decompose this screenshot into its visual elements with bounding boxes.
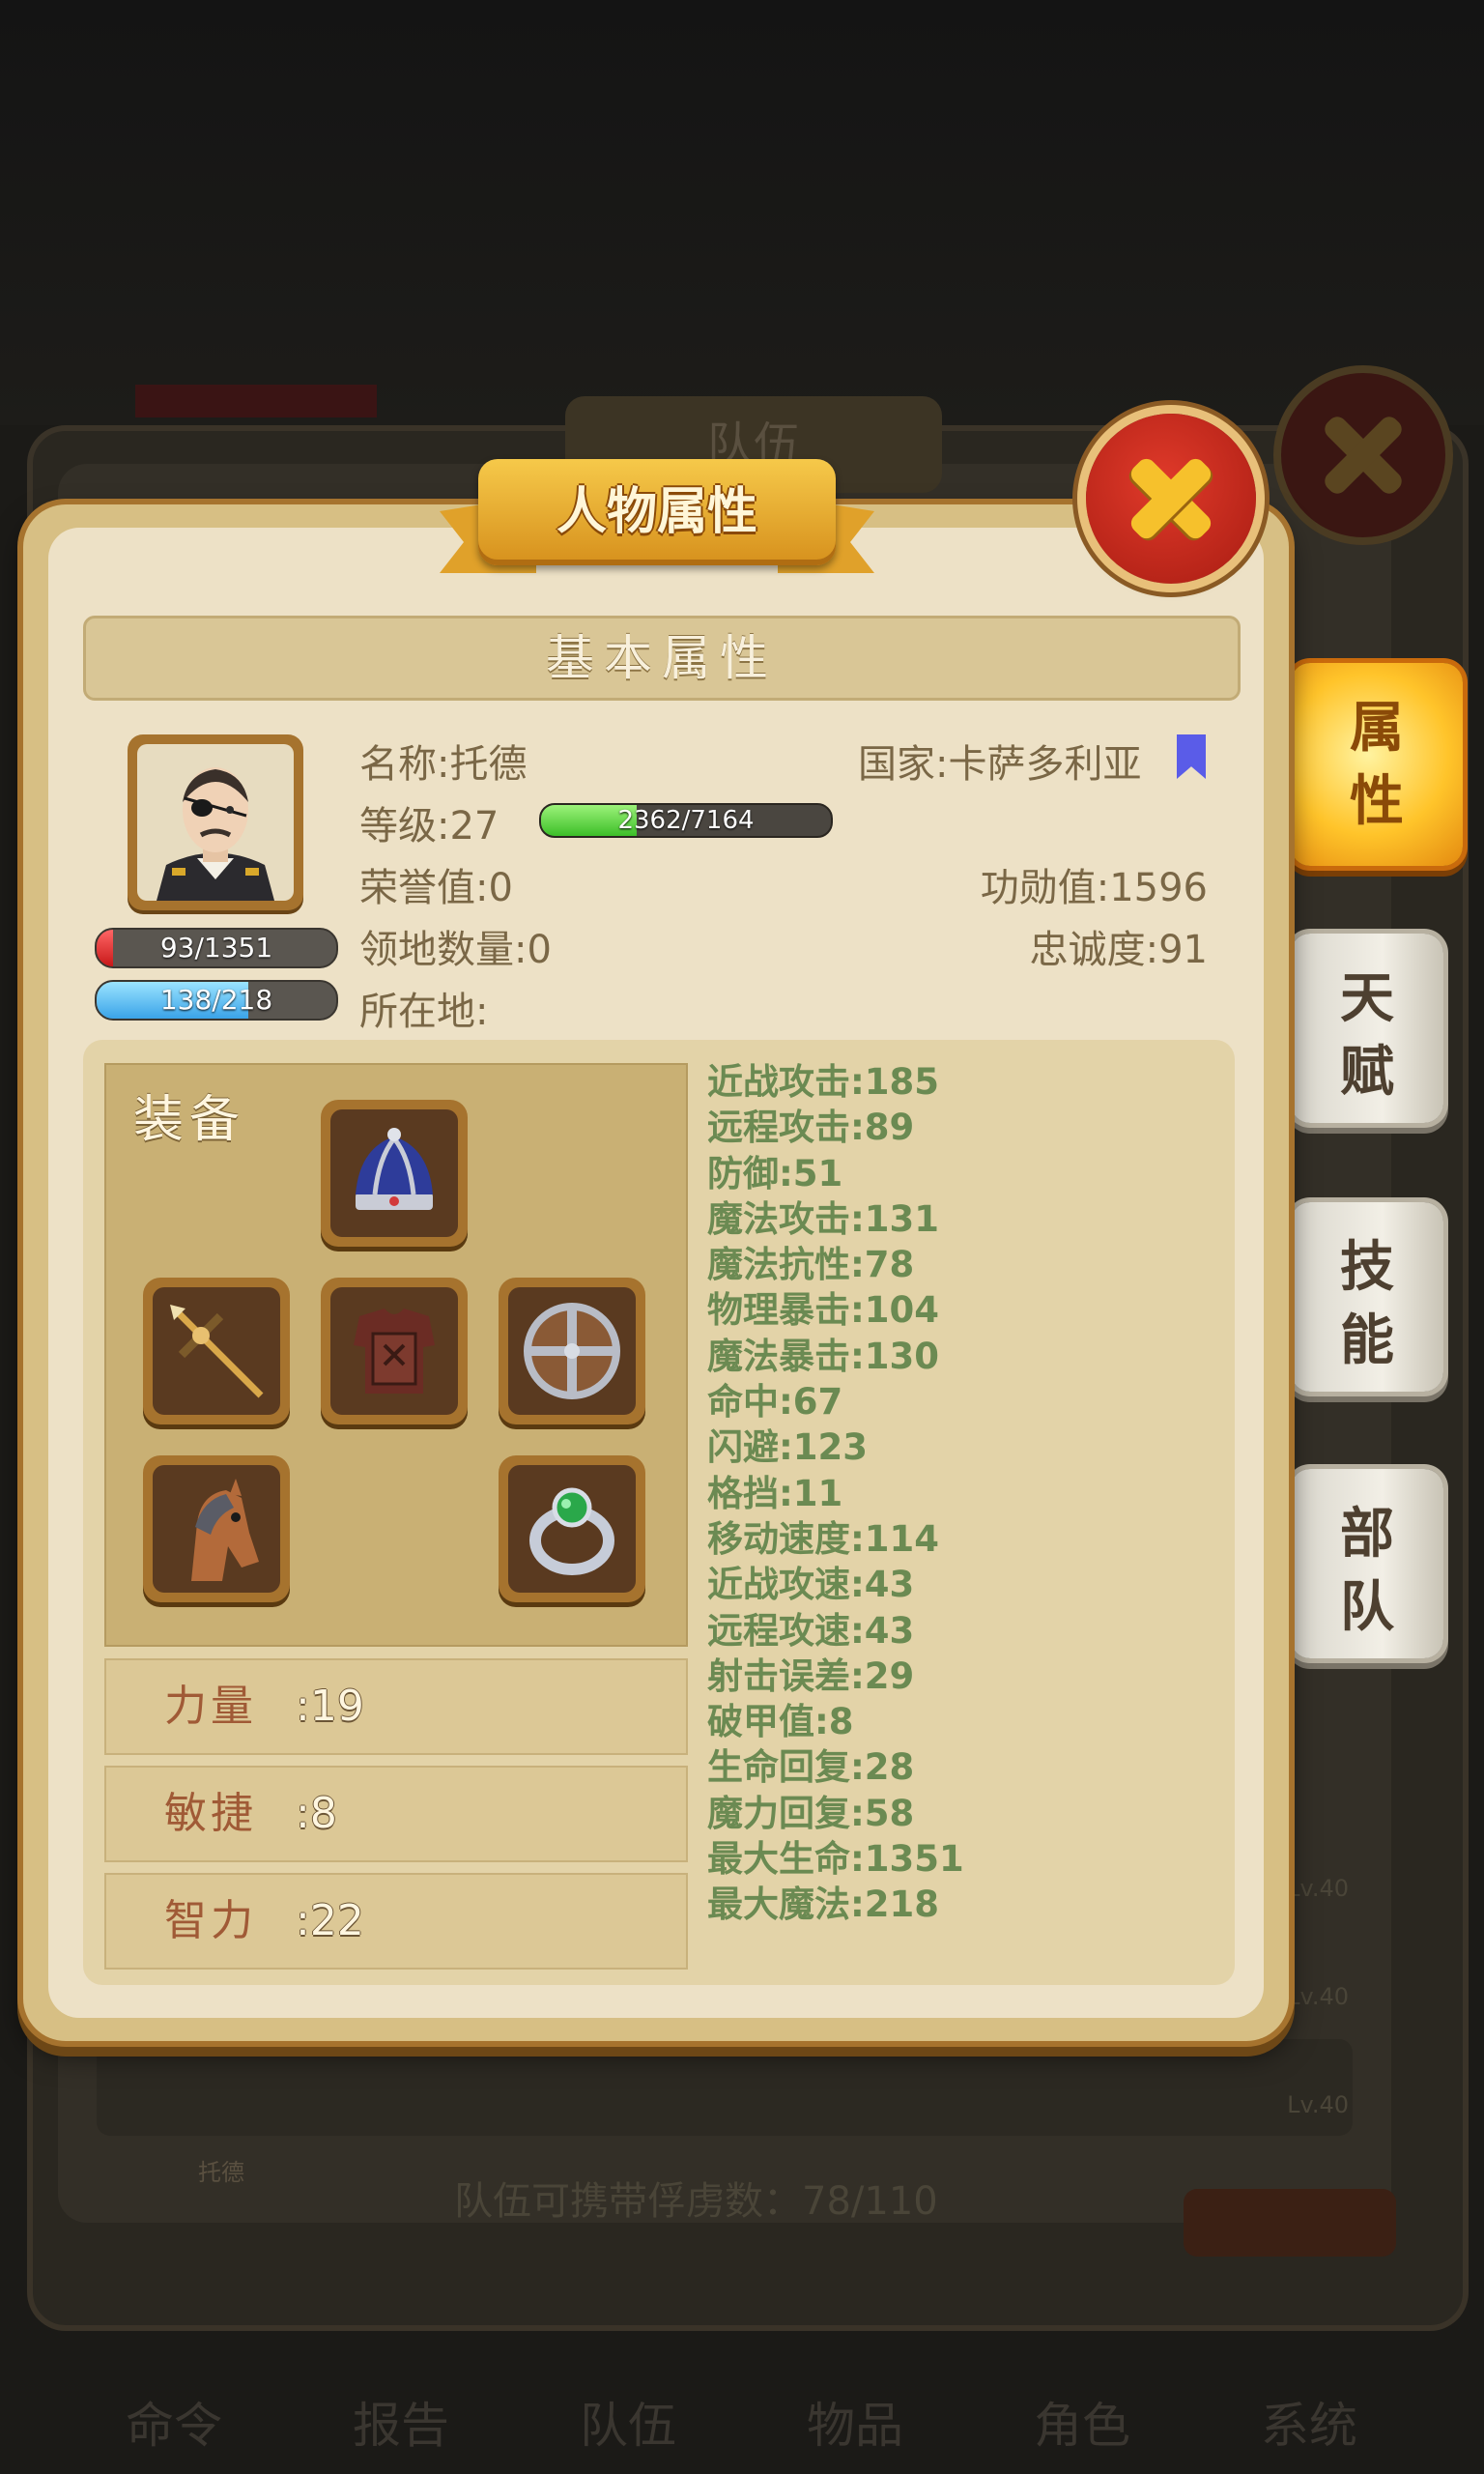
character-location: 所在地: <box>359 990 489 1034</box>
slot-inner <box>153 1465 280 1593</box>
stat-item: 最大生命:1351 <box>707 1838 964 1881</box>
attribute-value: :8 <box>296 1789 337 1838</box>
attribute-row-intelligence: 智力 :22 <box>104 1873 688 1970</box>
stat-item: 魔力回复:58 <box>707 1792 915 1834</box>
attribute-value: :19 <box>296 1682 364 1731</box>
mp-text: 138/218 <box>159 984 273 1016</box>
background-nav-item: 角色 <box>1034 2398 1130 2454</box>
tab-label: 性 <box>1350 770 1404 833</box>
tab-label: 属 <box>1350 697 1404 760</box>
attribute-label: 力量 <box>164 1682 257 1731</box>
stat-item: 远程攻速:43 <box>707 1609 915 1652</box>
equip-slot-helmet[interactable] <box>321 1100 468 1247</box>
background-close-icon <box>1273 365 1453 545</box>
background-level: Lv.40 <box>1287 2091 1349 2118</box>
stat-item: 射击误差:29 <box>707 1654 915 1697</box>
tab-skills[interactable]: 技 能 <box>1291 1202 1443 1392</box>
equipment-title: 装备 <box>133 1091 246 1149</box>
character-level: 等级:27 <box>359 804 499 849</box>
slot-inner <box>508 1287 636 1415</box>
attribute-row-agility: 敏捷 :8 <box>104 1766 688 1862</box>
equip-slot-shield[interactable] <box>499 1278 645 1424</box>
hp-bar: 93/1351 <box>95 928 338 968</box>
character-honor: 荣誉值:0 <box>359 866 513 910</box>
stat-item: 移动速度:114 <box>707 1517 940 1560</box>
stat-item: 魔法攻击:131 <box>707 1197 940 1240</box>
stat-item: 最大魔法:218 <box>707 1884 940 1926</box>
character-country: 国家:卡萨多利亚 <box>858 742 1142 787</box>
attribute-row-strength: 力量 :19 <box>104 1658 688 1755</box>
stat-item: 格挡:11 <box>707 1472 843 1514</box>
stat-item: 远程攻击:89 <box>707 1107 915 1149</box>
equip-slot-armor[interactable] <box>321 1278 468 1424</box>
hp-text: 93/1351 <box>159 932 273 964</box>
background-nav-bar: 命令 报告 队伍 物品 角色 系统 <box>0 2300 1484 2474</box>
slot-inner <box>330 1287 458 1415</box>
ring-icon <box>529 1487 614 1575</box>
title-ribbon: 人物属性 <box>440 449 874 585</box>
attribute-label: 智力 <box>164 1896 257 1945</box>
background-level: Lv.40 <box>1287 1983 1349 2010</box>
slot-inner <box>330 1109 458 1237</box>
avatar <box>128 734 303 910</box>
armor-icon <box>354 1309 435 1394</box>
stat-item: 防御:51 <box>707 1152 843 1194</box>
combat-stats-list: 近战攻击:185 远程攻击:89 防御:51 魔法攻击:131 魔法抗性:78 … <box>707 1059 1210 1928</box>
eyepatch-officer-icon <box>157 767 274 901</box>
character-name: 名称:托德 <box>359 742 528 787</box>
attribute-label: 敏捷 <box>164 1789 257 1838</box>
stat-item: 物理暴击:104 <box>707 1289 940 1332</box>
tab-label: 部 <box>1340 1503 1394 1566</box>
section-header: 基本属性 <box>83 616 1241 701</box>
close-button[interactable] <box>1086 414 1256 584</box>
tab-label: 天 <box>1340 967 1394 1030</box>
background-nav-item: 物品 <box>807 2398 903 2454</box>
dialog-title: 人物属性 <box>556 483 757 541</box>
background-hero-name: 托德 <box>198 2159 244 2186</box>
stat-item: 近战攻击:185 <box>707 1061 940 1103</box>
stat-item: 生命回复:28 <box>707 1746 915 1789</box>
background-nav-item: 系统 <box>1261 2398 1357 2454</box>
background-action-button <box>1184 2189 1396 2257</box>
shield-icon <box>524 1303 620 1399</box>
equip-slot-accessory[interactable] <box>499 1455 645 1602</box>
stat-item: 命中:67 <box>707 1381 843 1424</box>
background-row <box>97 2039 1353 2136</box>
equip-slot-mount[interactable] <box>143 1455 290 1602</box>
character-territory: 领地数量:0 <box>359 928 552 972</box>
exp-bar: 2362/7164 <box>539 803 833 838</box>
attribute-value: :22 <box>296 1896 364 1945</box>
tab-attributes[interactable]: 属 性 <box>1291 663 1463 866</box>
background-nav-item: 报告 <box>353 2398 449 2454</box>
crown-icon <box>356 1128 433 1210</box>
exp-text: 2362/7164 <box>617 806 755 835</box>
stat-item: 闪避:123 <box>707 1426 869 1469</box>
mp-bar: 138/218 <box>95 980 338 1021</box>
background-caption: 队伍可携带俘虏数：78/110 <box>454 2179 938 2224</box>
character-portrait <box>137 744 294 901</box>
background-nav-item: 队伍 <box>580 2398 676 2454</box>
background-nav-item: 命令 <box>126 2398 222 2454</box>
character-loyalty: 忠诚度:91 <box>1029 928 1208 972</box>
slot-inner <box>508 1465 636 1593</box>
stat-item: 魔法暴击:130 <box>707 1335 940 1377</box>
slot-inner <box>153 1287 280 1415</box>
tab-talent[interactable]: 天 赋 <box>1291 934 1443 1123</box>
background-hp-bar <box>135 385 377 417</box>
tab-troops[interactable]: 部 队 <box>1291 1469 1443 1658</box>
background-level: Lv.40 <box>1287 1875 1349 1902</box>
character-merit: 功勋值:1596 <box>980 866 1208 910</box>
equip-slot-weapon[interactable] <box>143 1278 290 1424</box>
tab-label: 技 <box>1340 1236 1394 1299</box>
tab-label: 队 <box>1340 1576 1394 1639</box>
tab-label: 能 <box>1340 1309 1394 1372</box>
horse-icon <box>191 1479 259 1581</box>
stat-item: 魔法抗性:78 <box>707 1244 915 1286</box>
tab-label: 赋 <box>1340 1041 1394 1104</box>
stat-item: 近战攻速:43 <box>707 1564 915 1606</box>
crossbow-icon <box>170 1305 264 1398</box>
background-top <box>0 0 1484 425</box>
stat-item: 破甲值:8 <box>707 1701 854 1743</box>
ribbon-body: 人物属性 <box>478 459 836 565</box>
